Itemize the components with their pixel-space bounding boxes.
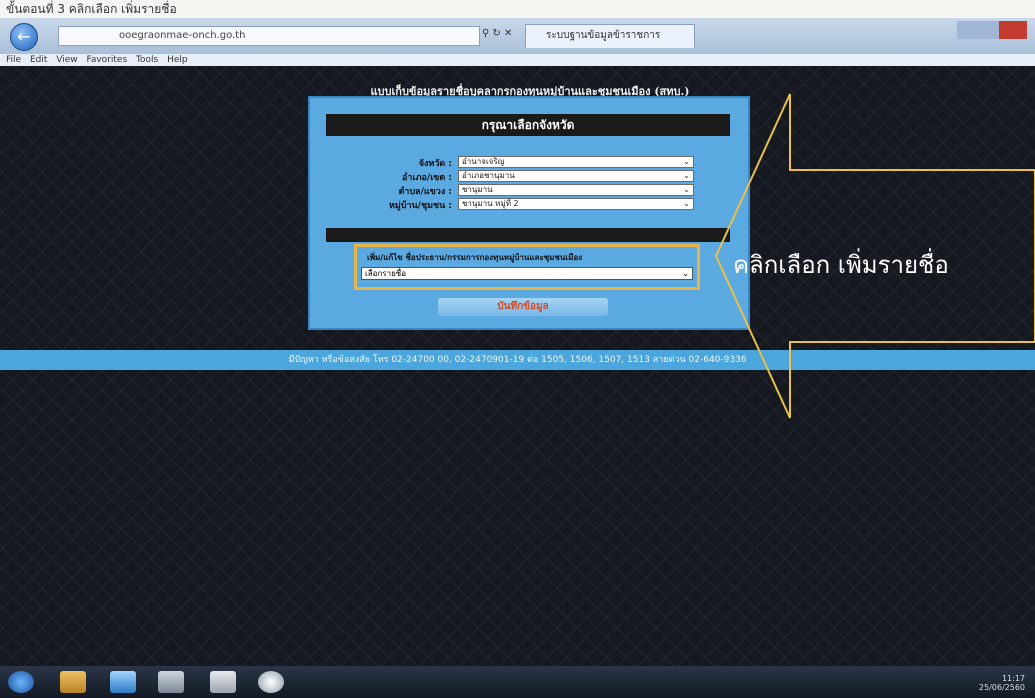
village-row: หมู่บ้าน/ชุมชน : ชานุมาน หมู่ที่ 2 ⌄ <box>310 198 748 211</box>
app-icon[interactable] <box>158 671 184 693</box>
village-select[interactable]: ชานุมาน หมู่ที่ 2 ⌄ <box>458 198 694 210</box>
province-header: กรุณาเลือกจังหวัด <box>326 114 730 136</box>
chevron-down-icon: ⌄ <box>683 157 690 166</box>
clock-date: 25/06/2560 <box>978 683 1025 692</box>
annotation-label: คลิกเลือก เพิ่มรายชื่อ <box>733 251 949 279</box>
start-icon[interactable] <box>8 671 34 693</box>
app-icon[interactable] <box>210 671 236 693</box>
browser-tab[interactable]: ระบบฐานข้อมูลข้าราชการ <box>525 24 695 48</box>
clock-time: 11:17 <box>1001 674 1025 683</box>
address-bar[interactable]: ooegraonmae-onch.go.th <box>58 26 480 46</box>
province-select[interactable]: อำนาจเจริญ ⌄ <box>458 156 694 168</box>
document-caption: ขั้นตอนที่ 3 คลิกเลือก เพิ่มรายชื่อ <box>0 0 1035 18</box>
selection-form-panel: กรุณาเลือกจังหวัด จังหวัด : อำนาจเจริญ ⌄… <box>308 96 750 330</box>
menu-favorites[interactable]: Favorites <box>86 55 127 65</box>
district-value: อำเภอชานุมาน <box>462 171 515 180</box>
village-label: หมู่บ้าน/ชุมชน : <box>388 201 452 211</box>
menu-view[interactable]: View <box>56 55 77 65</box>
taskbar: 11:17 25/06/2560 <box>0 666 1035 698</box>
province-value: อำนาจเจริญ <box>462 157 505 166</box>
clock[interactable]: 11:17 25/06/2560 <box>979 674 1025 692</box>
chevron-down-icon: ⌄ <box>683 171 690 180</box>
subdistrict-row: ตำบล/แขวง : ชานุมาน ⌄ <box>310 184 748 197</box>
district-label: อำเภอ/เขต : <box>402 173 452 183</box>
subdistrict-select[interactable]: ชานุมาน ⌄ <box>458 184 694 196</box>
folder-icon[interactable] <box>60 671 86 693</box>
chevron-down-icon: ⌄ <box>683 199 690 208</box>
menu-file[interactable]: File <box>6 55 21 65</box>
add-name-select[interactable]: เลือกรายชื่อ ⌄ <box>361 267 693 280</box>
chevron-down-icon: ⌄ <box>683 185 690 194</box>
menu-bar: File Edit View Favorites Tools Help <box>0 54 1035 66</box>
subdistrict-label: ตำบล/แขวง : <box>398 187 452 197</box>
menu-tools[interactable]: Tools <box>136 55 158 65</box>
contact-info-strip: มีปัญหา หรือข้อสงสัย โทร 02-24700 00, 02… <box>0 350 1035 370</box>
app-icon[interactable] <box>258 671 284 693</box>
village-value: ชานุมาน หมู่ที่ 2 <box>462 199 519 208</box>
back-arrow-icon[interactable]: ← <box>10 23 38 51</box>
add-name-select-value: เลือกรายชื่อ <box>365 269 406 278</box>
subdistrict-value: ชานุมาน <box>462 185 493 194</box>
add-name-label: เพิ่ม/แก้ไข ชื่อประธาน/กรรมการกองทุนหมู่… <box>367 253 583 262</box>
province-label: จังหวัด : <box>418 159 452 169</box>
browser-icon[interactable] <box>110 671 136 693</box>
refresh-icon[interactable]: ⚲ ↻ ✕ <box>482 28 512 39</box>
chevron-down-icon: ⌄ <box>682 269 689 278</box>
province-row: จังหวัด : อำนาจเจริญ ⌄ <box>310 156 748 169</box>
save-button[interactable]: บันทึกข้อมูล <box>438 298 608 316</box>
add-name-highlight-box: เพิ่ม/แก้ไข ชื่อประธาน/กรรมการกองทุนหมู่… <box>354 244 700 290</box>
district-row: อำเภอ/เขต : อำเภอชานุมาน ⌄ <box>310 170 748 183</box>
browser-toolbar: ← ooegraonmae-onch.go.th ⚲ ↻ ✕ ระบบฐานข้… <box>0 18 1035 55</box>
section-divider <box>326 228 730 242</box>
district-select[interactable]: อำเภอชานุมาน ⌄ <box>458 170 694 182</box>
window-controls[interactable] <box>957 21 1027 39</box>
menu-edit[interactable]: Edit <box>30 55 47 65</box>
menu-help[interactable]: Help <box>167 55 188 65</box>
web-page: แบบเก็บข้อมูลรายชื่อบุคลากรกองทุนหมู่บ้า… <box>0 66 1035 666</box>
